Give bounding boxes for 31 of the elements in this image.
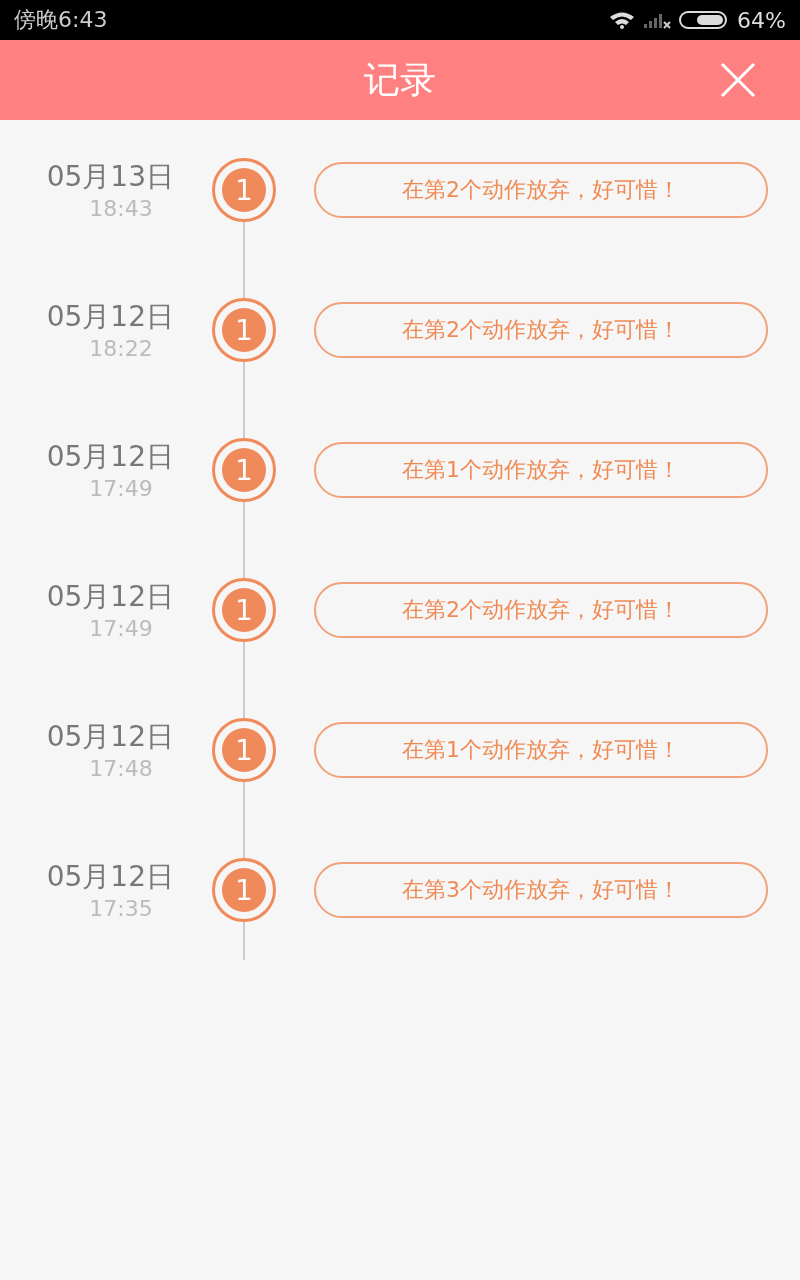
record-date: 05月12日 — [46, 720, 174, 754]
record-message: 在第1个动作放弃，好可惜！ — [314, 442, 768, 498]
timeline-badge: 1 — [212, 718, 276, 782]
record-message: 在第2个动作放弃，好可惜！ — [314, 582, 768, 638]
record-time: 17:35 — [88, 895, 154, 923]
record-message: 在第2个动作放弃，好可惜！ — [314, 302, 768, 358]
record-date: 05月13日 — [46, 160, 174, 194]
record-date: 05月12日 — [46, 440, 174, 474]
timeline-badge: 1 — [212, 438, 276, 502]
page-title: 记录 — [364, 57, 436, 102]
close-icon[interactable] — [720, 62, 756, 98]
wifi-icon — [609, 11, 636, 29]
record-time: 17:49 — [88, 475, 154, 503]
record-time: 18:22 — [88, 335, 154, 363]
battery-icon — [679, 10, 730, 30]
record-date: 05月12日 — [46, 860, 174, 894]
record-date: 05月12日 — [46, 300, 174, 334]
timeline-badge: 1 — [212, 858, 276, 922]
timeline-badge: 1 — [212, 158, 276, 222]
record-time: 17:48 — [88, 755, 154, 783]
record-time: 18:43 — [88, 195, 154, 223]
timeline-badge: 1 — [212, 578, 276, 642]
status-time: 傍晚6:43 — [14, 6, 108, 34]
record-message: 在第1个动作放弃，好可惜！ — [314, 722, 768, 778]
record-time: 17:49 — [88, 615, 154, 643]
record-message: 在第2个动作放弃，好可惜！ — [314, 162, 768, 218]
record-message: 在第3个动作放弃，好可惜！ — [314, 862, 768, 918]
record-date: 05月12日 — [46, 580, 174, 614]
signal-icon — [643, 11, 672, 29]
timeline-badge: 1 — [212, 298, 276, 362]
battery-percent: 64% — [737, 7, 786, 33]
